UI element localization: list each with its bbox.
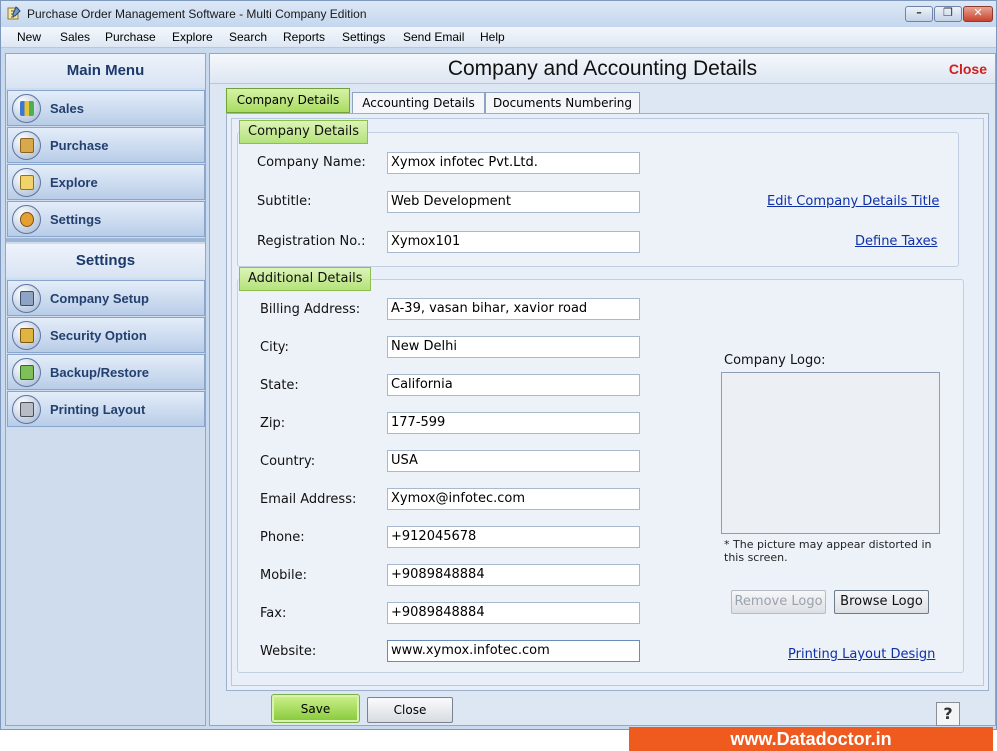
company-logo-label: Company Logo:	[724, 353, 826, 368]
sidebar-item-label: Purchase	[50, 138, 109, 153]
maximize-button[interactable]: ❐	[934, 6, 962, 22]
zip-field[interactable]: 177-599	[387, 412, 640, 434]
sidebar-item-label: Security Option	[50, 328, 147, 343]
website-field[interactable]: www.xymox.infotec.com	[387, 640, 640, 662]
billing-address-field[interactable]: A-39, vasan bihar, xavior road	[387, 298, 640, 320]
window-title: Purchase Order Management Software - Mul…	[27, 7, 367, 21]
settings-heading: Settings	[6, 244, 205, 278]
fax-label: Fax:	[260, 606, 287, 621]
app-window: Purchase Order Management Software - Mul…	[0, 0, 997, 730]
window-close-button[interactable]: ✕	[963, 6, 993, 22]
app-icon	[7, 6, 21, 20]
browse-logo-button[interactable]: Browse Logo	[834, 590, 929, 614]
main-panel: Company and Accounting Details Close Com…	[209, 53, 996, 726]
title-bar: Purchase Order Management Software - Mul…	[1, 1, 996, 27]
registration-label: Registration No.:	[257, 234, 366, 249]
menu-settings[interactable]: Settings	[342, 30, 385, 44]
brand-banner: www.Datadoctor.in	[629, 727, 993, 751]
sidebar-item-purchase[interactable]: Purchase	[7, 127, 205, 163]
sidebar-item-label: Sales	[50, 101, 84, 116]
registration-field[interactable]: Xymox101	[387, 231, 640, 253]
save-button[interactable]: Save	[271, 694, 360, 723]
main-menu-heading: Main Menu	[6, 54, 205, 88]
header-close-link[interactable]: Close	[949, 61, 987, 77]
menu-sales[interactable]: Sales	[60, 30, 90, 44]
tab-documents-numbering[interactable]: Documents Numbering	[485, 92, 640, 114]
sidebar-item-label: Printing Layout	[50, 402, 146, 417]
sidebar-item-security-option[interactable]: Security Option	[7, 317, 205, 353]
edit-company-details-title-link[interactable]: Edit Company Details Title	[767, 194, 939, 209]
country-label: Country:	[260, 454, 316, 469]
mobile-field[interactable]: +9089848884	[387, 564, 640, 586]
sidebar-item-settings[interactable]: Settings	[7, 201, 205, 237]
sidebar-item-label: Explore	[50, 175, 98, 190]
city-label: City:	[260, 340, 289, 355]
company-details-group-title: Company Details	[239, 120, 369, 144]
define-taxes-link[interactable]: Define Taxes	[855, 234, 937, 249]
menu-purchase[interactable]: Purchase	[105, 30, 156, 44]
menu-search[interactable]: Search	[229, 30, 267, 44]
sidebar-item-company-setup[interactable]: Company Setup	[7, 280, 205, 316]
billing-address-label: Billing Address:	[260, 302, 361, 317]
sidebar-divider	[6, 238, 205, 242]
logo-distortion-note: * The picture may appear distorted in th…	[724, 538, 932, 564]
company-name-field[interactable]: Xymox infotec Pvt.Ltd.	[387, 152, 640, 174]
menu-bar: New Sales Purchase Explore Search Report…	[1, 27, 996, 48]
sidebar-item-explore[interactable]: Explore	[7, 164, 205, 200]
printer-icon	[12, 395, 41, 424]
company-logo-box	[721, 372, 940, 534]
sidebar: Main Menu Sales Purchase Explore Setting…	[5, 53, 206, 726]
remove-logo-button[interactable]: Remove Logo	[731, 590, 826, 614]
menu-reports[interactable]: Reports	[283, 30, 325, 44]
subtitle-label: Subtitle:	[257, 194, 312, 209]
minimize-icon: –	[916, 6, 922, 19]
backup-icon	[12, 358, 41, 387]
explore-icon	[12, 168, 41, 197]
close-button[interactable]: Close	[367, 697, 453, 723]
sidebar-item-label: Backup/Restore	[50, 365, 149, 380]
phone-field[interactable]: +912045678	[387, 526, 640, 548]
help-icon[interactable]: ?	[936, 702, 960, 726]
country-field[interactable]: USA	[387, 450, 640, 472]
state-field[interactable]: California	[387, 374, 640, 396]
page-title: Company and Accounting Details	[447, 57, 758, 80]
close-icon: ✕	[973, 6, 983, 19]
fax-field[interactable]: +9089848884	[387, 602, 640, 624]
zip-label: Zip:	[260, 416, 286, 431]
state-label: State:	[260, 378, 299, 393]
sidebar-item-label: Settings	[50, 212, 102, 227]
sidebar-item-sales[interactable]: Sales	[7, 90, 205, 126]
sales-chart-icon	[12, 94, 41, 123]
settings-icon	[12, 205, 41, 234]
tab-content: Company Details Company Name: Xymox info…	[226, 113, 989, 691]
city-field[interactable]: New Delhi	[387, 336, 640, 358]
lock-icon	[12, 321, 41, 350]
main-header: Company and Accounting Details Close	[210, 54, 995, 84]
email-address-label: Email Address:	[260, 492, 357, 507]
minimize-button[interactable]: –	[905, 6, 933, 22]
company-name-label: Company Name:	[257, 155, 366, 170]
printing-layout-design-link[interactable]: Printing Layout Design	[788, 647, 935, 662]
website-label: Website:	[260, 644, 317, 659]
menu-help[interactable]: Help	[480, 30, 505, 44]
subtitle-field[interactable]: Web Development	[387, 191, 640, 213]
restore-icon: ❐	[943, 6, 953, 19]
sidebar-item-printing-layout[interactable]: Printing Layout	[7, 391, 205, 427]
tab-accounting-details[interactable]: Accounting Details	[352, 92, 485, 114]
menu-explore[interactable]: Explore	[172, 30, 213, 44]
phone-label: Phone:	[260, 530, 305, 545]
tab-company-details[interactable]: Company Details	[226, 88, 350, 113]
sidebar-item-backup-restore[interactable]: Backup/Restore	[7, 354, 205, 390]
menu-new[interactable]: New	[17, 30, 41, 44]
purchase-box-icon	[12, 131, 41, 160]
tab-content-inner: Company Details Company Name: Xymox info…	[231, 118, 984, 686]
sidebar-item-label: Company Setup	[50, 291, 149, 306]
email-address-field[interactable]: Xymox@infotec.com	[387, 488, 640, 510]
menu-send-email[interactable]: Send Email	[403, 30, 464, 44]
mobile-label: Mobile:	[260, 568, 308, 583]
additional-details-group-title: Additional Details	[239, 267, 372, 291]
company-setup-icon	[12, 284, 41, 313]
